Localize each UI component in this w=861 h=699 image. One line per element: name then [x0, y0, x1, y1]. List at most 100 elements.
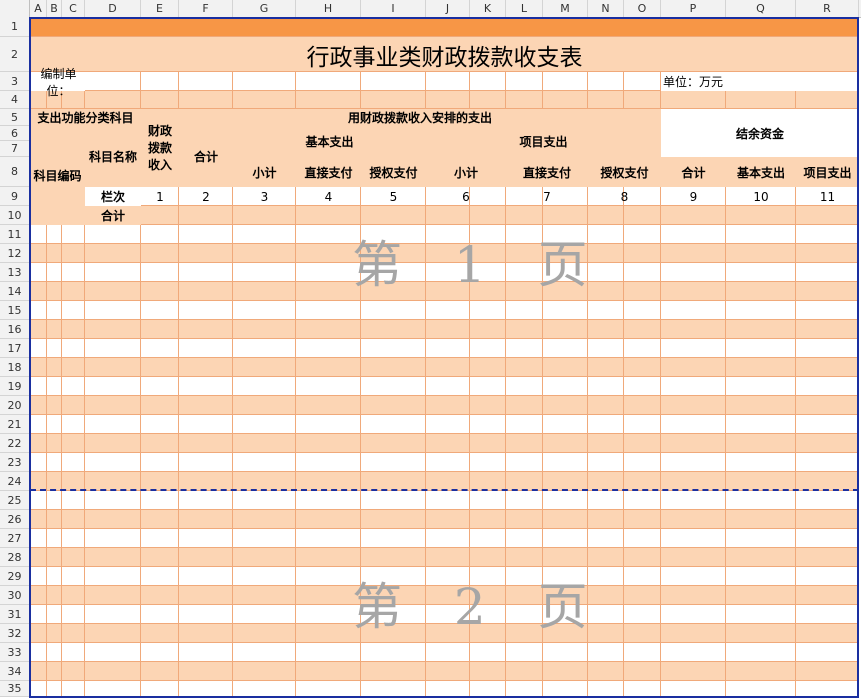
- header-code[interactable]: 科目编码: [30, 126, 85, 225]
- row-line: [30, 452, 859, 453]
- row-line: [30, 528, 859, 529]
- header-project-subtotal[interactable]: 小计: [426, 157, 506, 187]
- row-header-26[interactable]: 26: [0, 510, 30, 529]
- column-index-8[interactable]: 8: [588, 187, 661, 206]
- column-header-D[interactable]: D: [85, 0, 141, 17]
- column-header-bar: ABCDEFGHIJKLMNOPQR: [0, 0, 861, 18]
- column-index-6[interactable]: 6: [426, 187, 506, 206]
- row-line: [30, 395, 859, 396]
- row-20-band: [30, 396, 859, 415]
- row-header-24[interactable]: 24: [0, 472, 30, 491]
- worksheet-grid[interactable]: 行政事业类财政拨款收支表 编制单位： 单位：万元 支出功能分类科目 科目编码 科…: [30, 17, 859, 698]
- row-header-16[interactable]: 16: [0, 320, 30, 339]
- column-header-A[interactable]: A: [30, 0, 47, 17]
- column-header-P[interactable]: P: [661, 0, 726, 17]
- column-header-I[interactable]: I: [361, 0, 426, 17]
- row-header-2[interactable]: 2: [0, 37, 30, 72]
- column-index-10[interactable]: 10: [726, 187, 796, 206]
- header-balance-project[interactable]: 项目支出: [796, 157, 859, 187]
- row-header-4[interactable]: 4: [0, 91, 30, 109]
- row-header-33[interactable]: 33: [0, 643, 30, 662]
- row-4-band: [30, 91, 859, 109]
- column-header-G[interactable]: G: [233, 0, 296, 17]
- column-header-F[interactable]: F: [179, 0, 233, 17]
- column-index-11[interactable]: 11: [796, 187, 859, 206]
- header-total[interactable]: 合计: [179, 126, 233, 187]
- header-name[interactable]: 科目名称: [85, 126, 141, 187]
- column-header-M[interactable]: M: [543, 0, 588, 17]
- row-header-15[interactable]: 15: [0, 301, 30, 320]
- column-header-C[interactable]: C: [62, 0, 85, 17]
- column-index-5[interactable]: 5: [361, 187, 426, 206]
- column-index-3[interactable]: 3: [233, 187, 296, 206]
- column-header-R[interactable]: R: [796, 0, 859, 17]
- column-header-L[interactable]: L: [506, 0, 543, 17]
- row-header-11[interactable]: 11: [0, 225, 30, 244]
- row-header-13[interactable]: 13: [0, 263, 30, 282]
- row-header-28[interactable]: 28: [0, 548, 30, 567]
- row-header-12[interactable]: 12: [0, 244, 30, 263]
- column-index-9[interactable]: 9: [661, 187, 726, 206]
- header-balance-basic[interactable]: 基本支出: [726, 157, 796, 187]
- column-header-B[interactable]: B: [47, 0, 62, 17]
- row-header-20[interactable]: 20: [0, 396, 30, 415]
- row-header-5[interactable]: 5: [0, 109, 30, 126]
- row-header-25[interactable]: 25: [0, 491, 30, 510]
- header-basic[interactable]: 基本支出: [233, 126, 426, 157]
- column-header-O[interactable]: O: [624, 0, 661, 17]
- column-header-K[interactable]: K: [470, 0, 506, 17]
- row-header-22[interactable]: 22: [0, 434, 30, 453]
- header-basic-auth[interactable]: 授权支付: [361, 157, 426, 187]
- row-header-7[interactable]: 7: [0, 141, 30, 157]
- row-header-10[interactable]: 10: [0, 206, 30, 225]
- header-project-direct[interactable]: 直接支付: [506, 157, 588, 187]
- row-header-18[interactable]: 18: [0, 358, 30, 377]
- header-balance[interactable]: 结余资金: [661, 109, 859, 157]
- row-header-6[interactable]: 6: [0, 126, 30, 141]
- row-header-23[interactable]: 23: [0, 453, 30, 472]
- header-category[interactable]: 支出功能分类科目: [30, 109, 141, 126]
- column-header-Q[interactable]: Q: [726, 0, 796, 17]
- select-all-corner[interactable]: [0, 0, 30, 17]
- row-header-9[interactable]: 9: [0, 187, 30, 206]
- row-header-21[interactable]: 21: [0, 415, 30, 434]
- row-header-1[interactable]: 1: [0, 17, 30, 37]
- unit-label[interactable]: 单位：万元: [661, 72, 859, 91]
- sheet-title[interactable]: 行政事业类财政拨款收支表: [30, 37, 859, 72]
- header-project[interactable]: 项目支出: [426, 126, 661, 157]
- row-header-32[interactable]: 32: [0, 624, 30, 643]
- header-balance-total[interactable]: 合计: [661, 157, 726, 187]
- row-header-17[interactable]: 17: [0, 339, 30, 358]
- row-header-3[interactable]: 3: [0, 72, 30, 91]
- column-index-2[interactable]: 2: [179, 187, 233, 206]
- header-income[interactable]: 财政拨款收入: [141, 109, 179, 187]
- header-spending-group[interactable]: 用财政拨款收入安排的支出: [179, 109, 661, 126]
- column-header-E[interactable]: E: [141, 0, 179, 17]
- row-header-14[interactable]: 14: [0, 282, 30, 301]
- row-line: [30, 696, 859, 697]
- header-basic-subtotal[interactable]: 小计: [233, 157, 296, 187]
- row-header-35[interactable]: 35: [0, 681, 30, 697]
- row-header-27[interactable]: 27: [0, 529, 30, 548]
- row-header-8[interactable]: 8: [0, 157, 30, 187]
- header-basic-direct[interactable]: 直接支付: [296, 157, 361, 187]
- header-income-text: 财政拨款收入: [147, 123, 172, 172]
- total-row-label[interactable]: 合计: [85, 206, 141, 225]
- page-2-watermark: 第 2 页: [352, 578, 606, 636]
- compiling-unit-label[interactable]: 编制单位：: [30, 67, 85, 98]
- header-project-auth[interactable]: 授权支付: [588, 157, 661, 187]
- column-header-N[interactable]: N: [588, 0, 624, 17]
- row-26-band: [30, 510, 859, 529]
- row-header-29[interactable]: 29: [0, 567, 30, 586]
- column-header-J[interactable]: J: [426, 0, 470, 17]
- row-header-34[interactable]: 34: [0, 662, 30, 681]
- column-header-H[interactable]: H: [296, 0, 361, 17]
- row-line: [30, 376, 859, 377]
- column-index-1[interactable]: 1: [141, 187, 179, 206]
- row-header-31[interactable]: 31: [0, 605, 30, 624]
- column-index-7[interactable]: 7: [506, 187, 588, 206]
- row-header-30[interactable]: 30: [0, 586, 30, 605]
- column-index-label[interactable]: 栏次: [85, 187, 141, 206]
- column-index-4[interactable]: 4: [296, 187, 361, 206]
- row-header-19[interactable]: 19: [0, 377, 30, 396]
